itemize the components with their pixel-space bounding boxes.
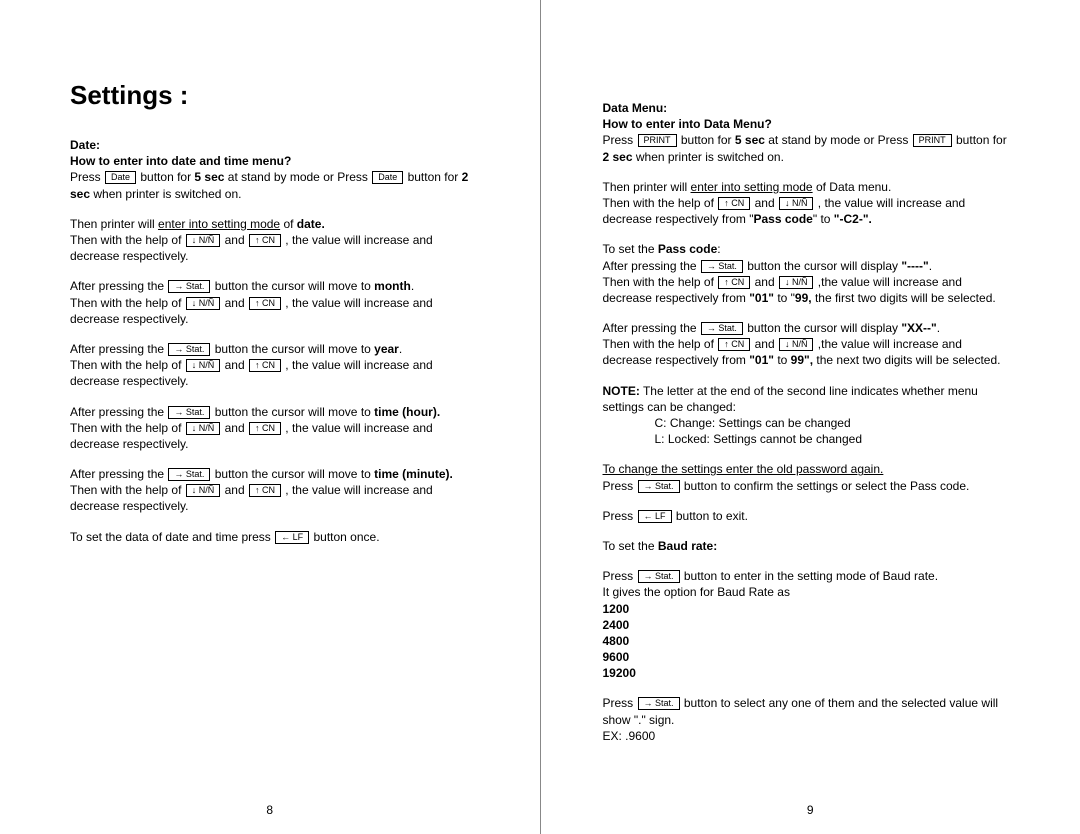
cn-up-button-icon: ↑ CN (718, 197, 750, 210)
stat-button-icon: → Stat. (701, 260, 743, 273)
passcode-xx: After pressing the → Stat. button the cu… (603, 320, 1011, 336)
print-button-icon: PRINT (638, 134, 677, 147)
baud-label: To set the Baud rate: (603, 538, 1011, 554)
move-to-month: After pressing the → Stat. button the cu… (70, 278, 478, 294)
date-subtitle: How to enter into date and time menu? (70, 153, 478, 169)
stat-button-icon: → Stat. (168, 280, 210, 293)
passcode-next-two: Then with the help of ↑ CN and ↓ N/Ñ ,th… (603, 336, 1011, 368)
page-number-right: 9 (541, 802, 1080, 818)
stat-button-icon: → Stat. (701, 322, 743, 335)
baud-example: EX: .9600 (603, 728, 1011, 744)
baud-2400: 2400 (603, 617, 1011, 633)
date-intro: Press Date button for 5 sec at stand by … (70, 169, 478, 201)
passcode-first-two: Then with the help of ↑ CN and ↓ N/Ñ ,th… (603, 274, 1011, 306)
nn-down-button-icon: ↓ N/Ñ (779, 276, 814, 289)
cn-up-button-icon: ↑ CN (249, 359, 281, 372)
nn-down-button-icon: ↓ N/Ñ (779, 338, 814, 351)
minute-adjust: Then with the help of ↓ N/Ñ and ↑ CN , t… (70, 482, 478, 514)
lf-button-icon: ← LF (638, 510, 672, 523)
data-intro: Press PRINT button for 5 sec at stand by… (603, 132, 1011, 164)
date-enter-mode: Then printer will enter into setting mod… (70, 216, 478, 232)
move-to-hour: After pressing the → Stat. button the cu… (70, 404, 478, 420)
exit: Press ← LF button to exit. (603, 508, 1011, 524)
cn-up-button-icon: ↑ CN (249, 484, 281, 497)
cn-up-button-icon: ↑ CN (718, 276, 750, 289)
baud-4800: 4800 (603, 633, 1011, 649)
baud-9600: 9600 (603, 649, 1011, 665)
baud-select: Press → Stat. button to select any one o… (603, 695, 1011, 727)
stat-button-icon: → Stat. (638, 570, 680, 583)
baud-1200: 1200 (603, 601, 1011, 617)
set-passcode-label: To set the Pass code: (603, 241, 1011, 257)
note-line: NOTE: The letter at the end of the secon… (603, 383, 1011, 415)
data-enter-mode: Then printer will enter into setting mod… (603, 179, 1011, 195)
settings-heading: Settings : (70, 78, 478, 113)
note-l: L: Locked: Settings cannot be changed (603, 431, 1011, 447)
change-settings: To change the settings enter the old pas… (603, 461, 1011, 477)
stat-button-icon: → Stat. (168, 468, 210, 481)
stat-button-icon: → Stat. (638, 697, 680, 710)
stat-button-icon: → Stat. (168, 343, 210, 356)
hour-adjust: Then with the help of ↓ N/Ñ and ↑ CN , t… (70, 420, 478, 452)
page-spread: Settings : Date: How to enter into date … (0, 0, 1080, 834)
baud-enter: Press → Stat. button to enter in the set… (603, 568, 1011, 584)
passcode-c2: Then with the help of ↑ CN and ↓ N/Ñ , t… (603, 195, 1011, 227)
cn-up-button-icon: ↑ CN (249, 422, 281, 435)
data-menu-subtitle: How to enter into Data Menu? (603, 116, 1011, 132)
date-button-icon: Date (372, 171, 403, 184)
page-number-left: 8 (0, 802, 540, 818)
nn-down-button-icon: ↓ N/Ñ (779, 197, 814, 210)
passcode-dashes: After pressing the → Stat. button the cu… (603, 258, 1011, 274)
cn-up-button-icon: ↑ CN (718, 338, 750, 351)
date-final: To set the data of date and time press ←… (70, 529, 478, 545)
lf-button-icon: ← LF (275, 531, 309, 544)
date-title: Date: (70, 137, 478, 153)
stat-button-icon: → Stat. (168, 406, 210, 419)
nn-down-button-icon: ↓ N/Ñ (186, 484, 221, 497)
move-to-minute: After pressing the → Stat. button the cu… (70, 466, 478, 482)
nn-down-button-icon: ↓ N/Ñ (186, 297, 221, 310)
data-menu-title: Data Menu: (603, 100, 1011, 116)
page-left: Settings : Date: How to enter into date … (0, 0, 541, 834)
page-right: Data Menu: How to enter into Data Menu? … (541, 0, 1080, 834)
year-adjust: Then with the help of ↓ N/Ñ and ↑ CN , t… (70, 357, 478, 389)
move-to-year: After pressing the → Stat. button the cu… (70, 341, 478, 357)
baud-options-label: It gives the option for Baud Rate as (603, 584, 1011, 600)
nn-down-button-icon: ↓ N/Ñ (186, 359, 221, 372)
print-button-icon: PRINT (913, 134, 952, 147)
stat-button-icon: → Stat. (638, 480, 680, 493)
note-c: C: Change: Settings can be changed (603, 415, 1011, 431)
confirm-settings: Press → Stat. button to confirm the sett… (603, 478, 1011, 494)
baud-19200: 19200 (603, 665, 1011, 681)
nn-down-button-icon: ↓ N/Ñ (186, 422, 221, 435)
date-button-icon: Date (105, 171, 136, 184)
cn-up-button-icon: ↑ CN (249, 297, 281, 310)
nn-down-button-icon: ↓ N/Ñ (186, 234, 221, 247)
cn-up-button-icon: ↑ CN (249, 234, 281, 247)
date-adjust: Then with the help of ↓ N/Ñ and ↑ CN , t… (70, 232, 478, 264)
month-adjust: Then with the help of ↓ N/Ñ and ↑ CN , t… (70, 295, 478, 327)
